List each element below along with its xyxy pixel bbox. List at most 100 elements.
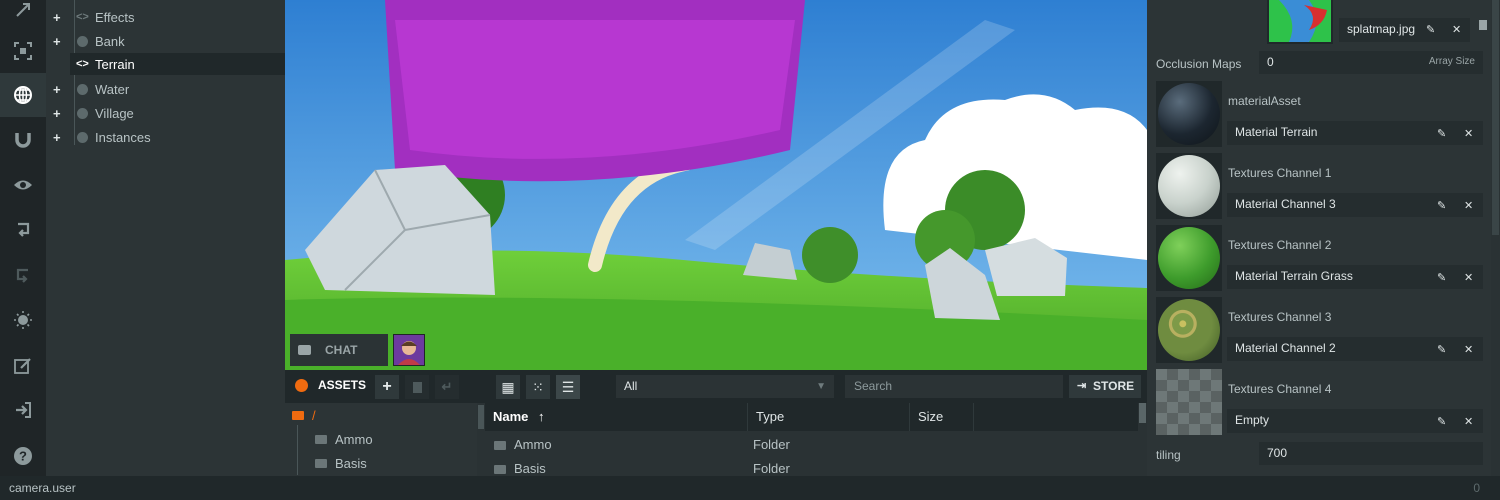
tree-guide-line	[297, 425, 298, 475]
store-icon: ⇥	[1077, 380, 1087, 392]
pencil-icon[interactable]: ✎	[1426, 23, 1435, 36]
store-button[interactable]: ⇥ STORE	[1069, 375, 1141, 398]
slot-label: Textures Channel 3	[1228, 310, 1332, 324]
slot-value: Material Terrain Grass	[1235, 269, 1353, 283]
scene-viewport[interactable]	[285, 0, 1147, 370]
magnet-icon[interactable]	[0, 117, 46, 161]
tree-folder-basis[interactable]: Basis	[315, 456, 367, 471]
close-icon[interactable]: ✕	[1452, 23, 1461, 36]
status-text: camera.user	[9, 481, 76, 495]
hierarchy-item-bank[interactable]: + Bank	[46, 30, 285, 52]
material-thumbnail[interactable]	[1156, 81, 1222, 147]
left-toolbar: ?	[0, 0, 46, 476]
inspector-scrollbar[interactable]	[1491, 0, 1500, 476]
hierarchy-item-village[interactable]: + Village	[46, 102, 285, 124]
status-count: 0	[1473, 481, 1480, 495]
column-header-size[interactable]: Size	[910, 403, 974, 431]
pencil-icon[interactable]: ✎	[1437, 127, 1446, 140]
expand-icon[interactable]	[0, 0, 46, 32]
column-label: Name	[493, 409, 529, 424]
close-icon[interactable]: ✕	[1464, 415, 1473, 428]
tree-folder-label: /	[312, 408, 316, 423]
grid-large-icon: ▦	[501, 378, 515, 395]
delete-asset-button[interactable]	[405, 375, 429, 399]
texture-thumbnail[interactable]	[1156, 225, 1222, 291]
assets-title[interactable]: ASSETS	[295, 378, 366, 392]
return-arrow-icon: ↵	[441, 379, 453, 394]
column-label: Type	[756, 409, 785, 424]
asset-table-header: Name ↑ Type Size	[485, 403, 1138, 431]
splatmap-field[interactable]: splatmap.jpg	[1339, 18, 1470, 42]
tiling-field[interactable]: 700	[1259, 442, 1483, 465]
lightbulb-icon[interactable]	[0, 298, 46, 342]
hierarchy-item-effects[interactable]: + <> Effects	[46, 6, 285, 28]
expand-plus-icon[interactable]: +	[53, 82, 63, 97]
scroll-thumb[interactable]	[1139, 403, 1146, 423]
column-header-name[interactable]: Name ↑	[485, 403, 748, 431]
close-icon[interactable]: ✕	[1464, 343, 1473, 356]
column-header-type[interactable]: Type	[748, 403, 910, 431]
chat-bubble-icon	[298, 345, 311, 355]
material-sphere	[1158, 83, 1220, 145]
pencil-icon[interactable]: ✎	[1437, 271, 1446, 284]
list-icon: ☰	[561, 378, 575, 395]
occlusion-value: 0	[1267, 55, 1274, 69]
slot-value: Material Terrain	[1235, 125, 1318, 139]
scroll-thumb[interactable]	[478, 405, 484, 429]
table-scrollbar[interactable]	[1138, 403, 1147, 476]
eye-icon[interactable]	[0, 163, 46, 207]
small-grid-view-button[interactable]: ⁙	[526, 375, 550, 399]
avatar[interactable]	[393, 334, 425, 366]
chat-label: CHAT	[325, 343, 358, 357]
occlusion-maps-field[interactable]: 0 Array Size	[1259, 51, 1483, 74]
texture-sphere	[1158, 227, 1220, 289]
grid-view-button[interactable]: ▦	[496, 375, 520, 399]
asset-folder-tree: / Ammo Basis	[285, 403, 477, 476]
tree-scrollbar[interactable]	[477, 403, 485, 476]
publish-icon[interactable]	[0, 388, 46, 432]
table-row[interactable]: Ammo Folder	[485, 433, 1138, 457]
tree-folder-ammo[interactable]: Ammo	[315, 432, 373, 447]
hierarchy-item-label: Effects	[95, 9, 135, 25]
scene-render	[285, 0, 1147, 370]
close-icon[interactable]: ✕	[1464, 127, 1473, 140]
chat-button[interactable]: CHAT	[290, 334, 388, 366]
close-icon[interactable]: ✕	[1464, 199, 1473, 212]
redo-icon[interactable]	[0, 253, 46, 297]
trash-icon[interactable]	[1479, 20, 1487, 30]
expand-plus-icon[interactable]: +	[53, 106, 63, 121]
asset-search-input[interactable]: Search	[845, 375, 1063, 398]
texture-thumbnail[interactable]	[1156, 153, 1222, 219]
expand-plus-icon[interactable]: +	[53, 34, 63, 49]
asset-type-filter[interactable]: All ▼	[616, 375, 834, 398]
hierarchy-item-instances[interactable]: + Instances	[46, 126, 285, 148]
expand-plus-icon[interactable]: +	[53, 10, 63, 25]
hierarchy-item-water[interactable]: + Water	[46, 78, 285, 100]
scroll-thumb[interactable]	[1492, 0, 1499, 235]
svg-text:?: ?	[19, 449, 27, 464]
texture-thumbnail[interactable]	[1156, 297, 1222, 363]
move-asset-button[interactable]: ↵	[435, 375, 459, 399]
folder-icon	[315, 435, 327, 444]
pencil-icon[interactable]: ✎	[1437, 199, 1446, 212]
expand-plus-icon[interactable]: +	[53, 130, 63, 145]
globe-icon[interactable]	[0, 73, 46, 117]
pencil-icon[interactable]: ✎	[1437, 343, 1446, 356]
empty-texture-thumbnail[interactable]	[1156, 369, 1222, 435]
help-icon[interactable]: ?	[0, 434, 46, 478]
splatmap-thumbnail[interactable]	[1267, 0, 1333, 44]
status-bar: camera.user 0	[0, 476, 1500, 500]
row-name: Ammo	[514, 437, 552, 452]
slot-label: Textures Channel 2	[1228, 238, 1332, 252]
edit-icon[interactable]	[0, 344, 46, 388]
pencil-icon[interactable]: ✎	[1437, 415, 1446, 428]
close-icon[interactable]: ✕	[1464, 271, 1473, 284]
undo-icon[interactable]	[0, 207, 46, 251]
list-view-button[interactable]: ☰	[556, 375, 580, 399]
add-asset-button[interactable]: +	[375, 375, 399, 399]
collapse-chevron-icon[interactable]	[295, 378, 308, 392]
focus-frame-icon[interactable]	[0, 29, 46, 73]
tree-folder-root[interactable]: /	[292, 408, 316, 423]
entity-dot-icon	[77, 131, 88, 143]
hierarchy-item-terrain[interactable]: <> Terrain	[70, 53, 285, 75]
